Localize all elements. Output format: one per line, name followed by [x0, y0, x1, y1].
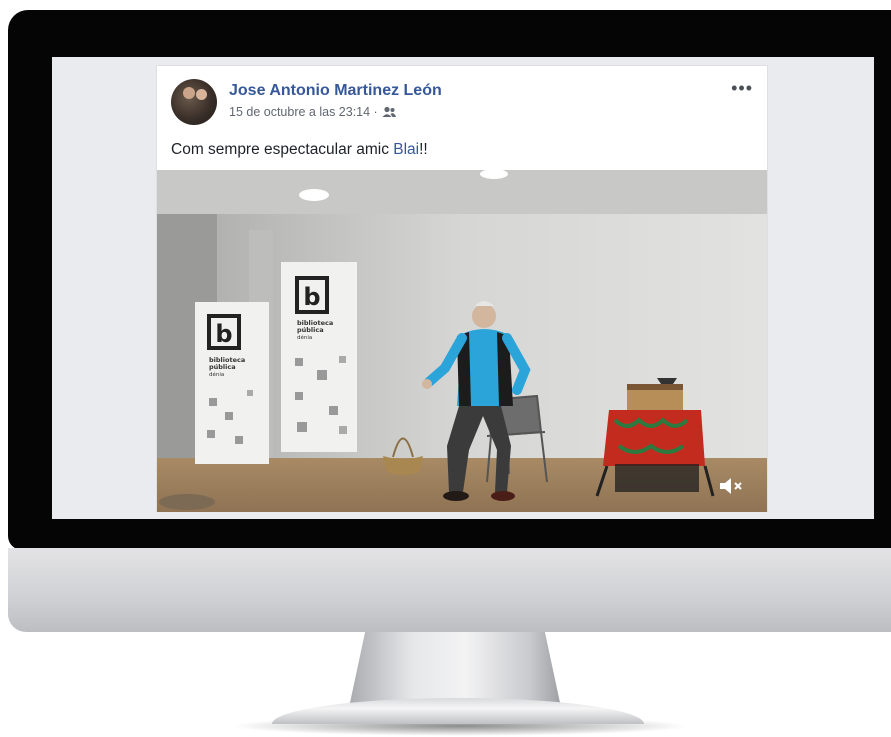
author-avatar[interactable] — [171, 79, 217, 125]
library-banner-right: b biblioteca pública dénia — [281, 262, 357, 452]
svg-text:dénia: dénia — [297, 334, 312, 341]
monitor-screen: Jose Antonio Martinez León 15 de octubre… — [52, 57, 874, 519]
svg-text:b: b — [215, 320, 232, 348]
video-frame: b biblioteca pública dénia b biblioteca … — [157, 170, 767, 512]
video-player[interactable]: b biblioteca pública dénia b biblioteca … — [157, 170, 767, 512]
post-author[interactable]: Jose Antonio Martinez León — [229, 82, 442, 100]
post-message: Com sempre espectacular amic Blai!! — [171, 141, 428, 159]
library-banner-left: b biblioteca pública dénia — [195, 302, 269, 464]
post-meta: 15 de octubre a las 23:14 · — [229, 105, 396, 119]
monitor-stand-base — [272, 698, 644, 724]
message-suffix: !! — [419, 141, 428, 158]
svg-text:dénia: dénia — [209, 371, 224, 378]
monitor-chin — [8, 548, 891, 632]
svg-text:pública: pública — [209, 363, 236, 371]
speaker-muted-icon[interactable] — [717, 474, 745, 498]
more-options-button[interactable]: ••• — [731, 78, 753, 99]
friends-icon[interactable] — [382, 106, 396, 118]
message-text: Com sempre espectacular amic — [171, 141, 394, 158]
post-timestamp[interactable]: 15 de octubre a las 23:14 · — [229, 105, 378, 119]
facebook-post: Jose Antonio Martinez León 15 de octubre… — [156, 65, 768, 512]
svg-text:b: b — [303, 283, 320, 311]
monitor-frame: Jose Antonio Martinez León 15 de octubre… — [8, 10, 891, 550]
svg-text:pública: pública — [297, 326, 324, 334]
mention-link[interactable]: Blai — [393, 141, 419, 158]
